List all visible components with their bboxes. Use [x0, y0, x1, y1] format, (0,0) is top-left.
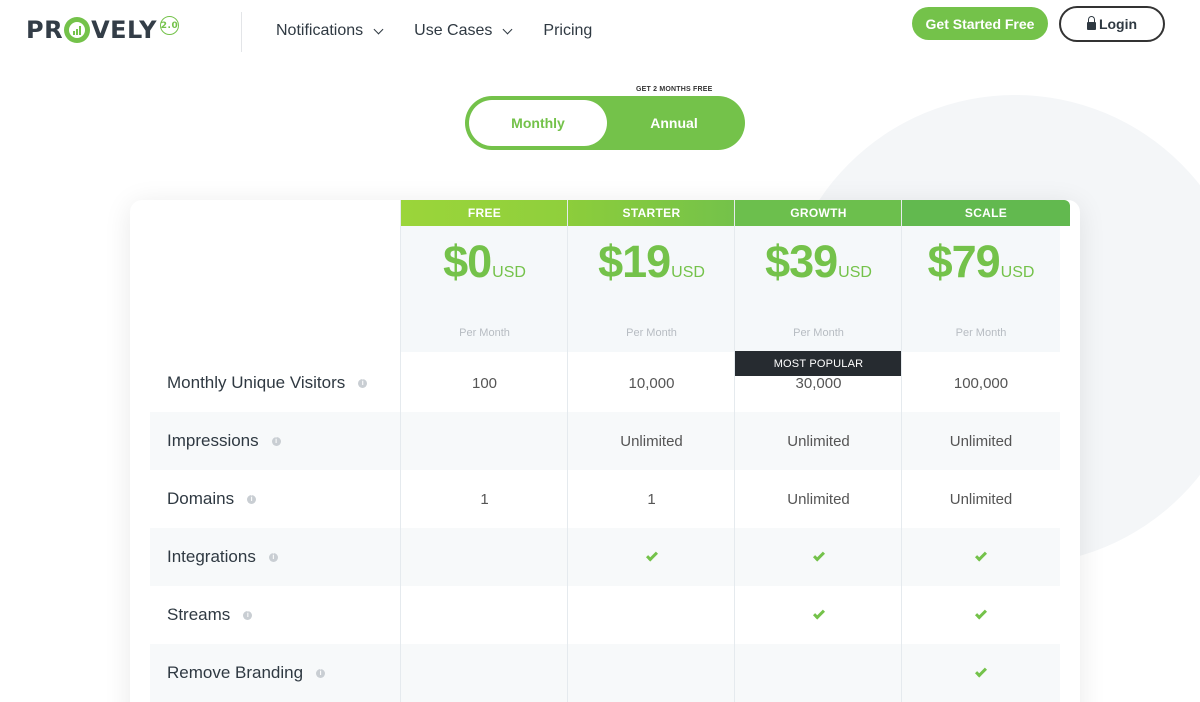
column-divider [901, 200, 902, 702]
feature-label: Domains [167, 489, 235, 508]
info-icon[interactable]: i [268, 552, 278, 562]
price-period: Per Month [626, 327, 677, 339]
nav-item-label: Notifications [276, 22, 364, 39]
promo-label: GET 2 MONTHS FREE [636, 86, 713, 93]
plan-growth: GROWTH $39 USD Per Month MOST POPULAR [735, 200, 902, 702]
provely-logo[interactable]: PR VELY 2.0 [26, 16, 179, 44]
feature-label-wrap: Streams i [167, 586, 253, 644]
nav-item-use-cases[interactable]: Use Cases [414, 22, 513, 40]
price-period: Per Month [793, 327, 844, 339]
logo-text-end: VELY [91, 16, 157, 44]
feature-label: Monthly Unique Visitors [167, 373, 346, 392]
info-icon[interactable]: i [243, 610, 253, 620]
price-period: Per Month [459, 327, 510, 339]
feature-label: Streams [167, 605, 231, 624]
login-button[interactable]: Login [1059, 6, 1165, 42]
plan-price: $39 USD [735, 236, 902, 288]
column-divider [400, 200, 401, 702]
plan-name: FREE [401, 200, 568, 226]
logo-chart-icon [64, 17, 91, 43]
chevron-down-icon [502, 24, 513, 34]
nav-item-label: Pricing [543, 22, 593, 39]
get-started-button[interactable]: Get Started Free [912, 7, 1048, 40]
most-popular-badge: MOST POPULAR [735, 351, 902, 376]
plan-price-area: $19 USD Per Month [568, 226, 735, 352]
price-amount: $19 [598, 236, 671, 287]
price-amount: $39 [765, 236, 838, 287]
price-currency: USD [492, 264, 526, 281]
plan-price: $79 USD [902, 236, 1060, 288]
price-currency: USD [1000, 264, 1035, 281]
main-nav: Notifications Use Cases Pricing [276, 22, 624, 40]
plan-scale: SCALE $79 USD Per Month [902, 200, 1070, 702]
nav-item-notifications[interactable]: Notifications [276, 22, 384, 40]
login-label: Login [1098, 16, 1138, 32]
billing-option-annual[interactable]: Annual [607, 100, 741, 146]
plan-price: $0 USD [401, 236, 568, 288]
column-divider [567, 200, 568, 702]
plan-name: STARTER [568, 200, 735, 226]
feature-label: Impressions [167, 431, 259, 450]
price-amount: $0 [443, 236, 492, 287]
nav-item-label: Use Cases [414, 22, 493, 39]
billing-toggle[interactable]: Monthly Annual [465, 96, 745, 150]
chevron-down-icon [373, 24, 384, 34]
feature-label-wrap: Impressions i [167, 412, 281, 470]
feature-label: Integrations [167, 547, 256, 566]
plan-starter: STARTER $19 USD Per Month [568, 200, 735, 702]
header-divider [241, 12, 242, 52]
logo-text-start: PR [26, 16, 64, 44]
feature-label-wrap: Domains i [167, 470, 257, 528]
plan-name: SCALE [902, 200, 1070, 226]
plan-price-area: $79 USD Per Month [902, 226, 1060, 352]
price-amount: $79 [927, 236, 1001, 287]
logo-version-badge: 2.0 [159, 16, 179, 35]
plan-price-area: $39 USD Per Month MOST POPULAR [735, 226, 902, 376]
feature-label-wrap: Remove Branding i [167, 644, 326, 702]
info-icon[interactable]: i [316, 668, 326, 678]
feature-label-wrap: Integrations i [167, 528, 278, 586]
column-divider [734, 200, 735, 702]
info-icon[interactable]: i [271, 436, 281, 446]
nav-item-pricing[interactable]: Pricing [543, 22, 592, 40]
price-currency: USD [671, 264, 705, 281]
site-header: PR VELY 2.0 Notifications Use Cases Pric… [0, 0, 1200, 66]
price-currency: USD [838, 264, 872, 281]
price-period: Per Month [955, 327, 1007, 339]
feature-label: Remove Branding [167, 663, 304, 682]
plan-free: FREE $0 USD Per Month [401, 200, 568, 702]
plan-price-area: $0 USD Per Month [401, 226, 568, 352]
info-icon[interactable]: i [358, 378, 368, 388]
feature-label-wrap: Monthly Unique Visitors i [167, 354, 368, 412]
billing-option-monthly[interactable]: Monthly [469, 100, 607, 146]
info-icon[interactable]: i [247, 494, 257, 504]
plan-price: $19 USD [568, 236, 735, 288]
plan-name: GROWTH [735, 200, 902, 226]
lock-icon [1086, 16, 1096, 30]
